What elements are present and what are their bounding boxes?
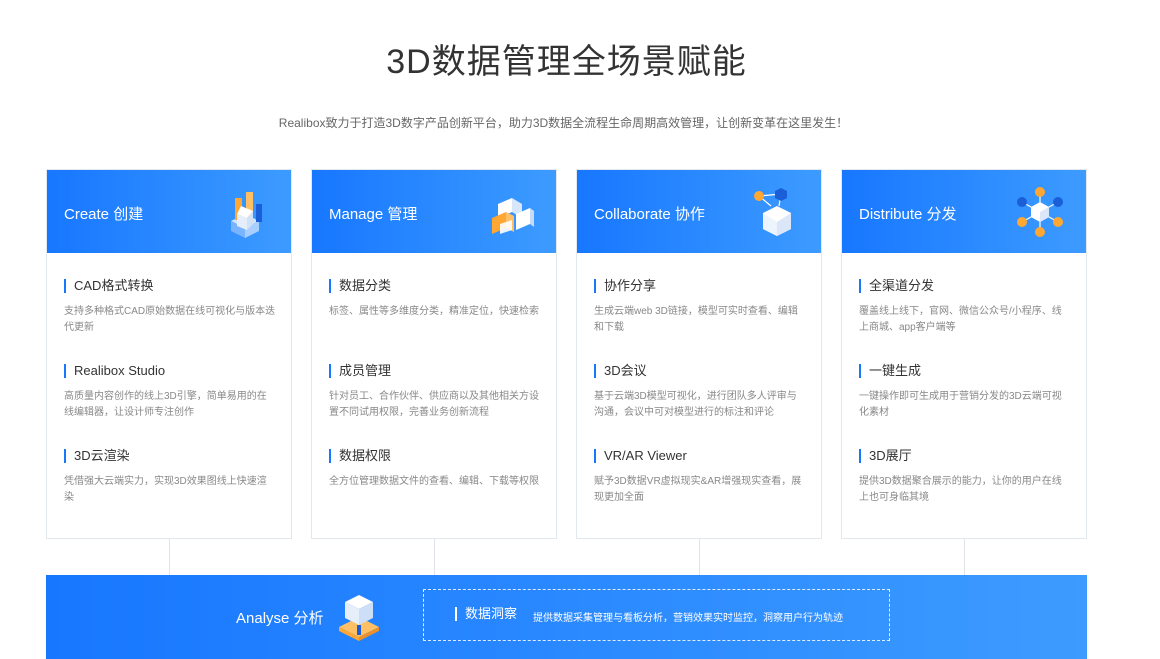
feature-desc: 生成云端web 3D链接，模型可实时查看、编辑和下载 [594,306,798,333]
feature-desc: 基于云端3D模型可视化，进行团队多人评审与沟通，会议中可对模型进行的标注和评论 [594,391,797,418]
feature-title: 3D展厅 [859,449,1069,463]
feature-title: 协作分享 [594,279,804,293]
feature-desc: 高质量内容创作的线上3D引擎，简单易用的在线编辑器，让设计师专注创作 [64,391,267,418]
feature-desc: 全方位管理数据文件的查看、编辑、下载等权限 [329,476,539,487]
connector-line [699,539,700,575]
feature-desc: 覆盖线上线下，官网、微信公众号/小程序、线上商城、app客户端等 [859,306,1062,333]
card-create[interactable]: Create 创建 CAD格式转换 支持多种格式CAD原始数据在线可视化与版本迭… [46,169,292,539]
analyse-box-icon [339,595,379,641]
feature-desc: 针对员工、合作伙伴、供应商以及其他相关方设置不同试用权限，完善业务创新流程 [329,391,539,418]
insight-desc: 提供数据采集管理与看板分析，营销效果实时监控，洞察用户行为轨迹 [533,613,843,624]
feature-desc: 提供3D数据聚合展示的能力，让你的用户在线上也可身临其境 [859,476,1062,503]
feature-item: Realibox Studio 高质量内容创作的线上3D引擎，简单易用的在线编辑… [64,364,274,449]
insight-box: 数据洞察 提供数据采集管理与看板分析，营销效果实时监控，洞察用户行为轨迹 [423,589,890,641]
card-header: Manage 管理 [312,170,556,253]
analyse-title: Analyse 分析 [236,610,324,627]
feature-item: VR/AR Viewer 赋予3D数据VR虚拟现实&AR增强现实查看，展现更加全… [594,449,804,534]
feature-title: 3D云渲染 [64,449,274,463]
feature-desc: 标签、属性等多维度分类，精准定位，快速检索 [329,306,539,317]
card-header: Collaborate 协作 [577,170,821,253]
feature-item: 全渠道分发 覆盖线上线下，官网、微信公众号/小程序、线上商城、app客户端等 [859,279,1069,364]
connector-line [169,539,170,575]
feature-item: 协作分享 生成云端web 3D链接，模型可实时查看、编辑和下载 [594,279,804,364]
distribute-hub-icon [1017,187,1063,237]
feature-desc: 赋予3D数据VR虚拟现实&AR增强现实查看，展现更加全面 [594,476,802,503]
card-distribute[interactable]: Distribute 分发 全渠道分发 覆盖线上线下，官网、微信公众号/小程序、… [841,169,1087,539]
feature-cards: Create 创建 CAD格式转换 支持多种格式CAD原始数据在线可视化与版本迭… [46,169,1087,539]
connector-lines [0,539,1160,575]
feature-title: VR/AR Viewer [594,449,804,463]
feature-desc: 支持多种格式CAD原始数据在线可视化与版本迭代更新 [64,306,276,333]
feature-item: 数据权限 全方位管理数据文件的查看、编辑、下载等权限 [329,449,539,534]
feature-item: 3D云渲染 凭借强大云端实力，实现3D效果图线上快速渲染 [64,449,274,534]
insight-title: 数据洞察 [455,607,517,621]
feature-item: 数据分类 标签、属性等多维度分类，精准定位，快速检索 [329,279,539,364]
card-header: Create 创建 [47,170,291,253]
feature-item: CAD格式转换 支持多种格式CAD原始数据在线可视化与版本迭代更新 [64,279,276,364]
feature-title: Realibox Studio [64,364,274,378]
page-subtitle: Realibox致力于打造3D数字产品创新平台，助力3D数据全流程生命周期高效管… [278,116,849,130]
analyse-bar[interactable]: Analyse 分析 数据洞察 提供数据采集管理与看板分析，营销效果实时监控，洞… [46,575,1087,659]
feature-title: CAD格式转换 [64,279,274,293]
feature-item: 成员管理 针对员工、合作伙伴、供应商以及其他相关方设置不同试用权限，完善业务创新… [329,364,539,449]
collaborate-network-icon [754,188,791,236]
feature-title: 一键生成 [859,364,1069,378]
feature-title: 数据权限 [329,449,539,463]
feature-item: 一键生成 一键操作即可生成用于营销分发的3D云端可视化素材 [859,364,1069,449]
card-title: Distribute 分发 [859,206,957,223]
card-title: Create 创建 [64,206,144,223]
connector-line [964,539,965,575]
manage-blocks-icon [492,198,534,234]
card-title: Collaborate 协作 [594,206,705,223]
feature-item: 3D展厅 提供3D数据聚合展示的能力，让你的用户在线上也可身临其境 [859,449,1069,534]
feature-desc: 凭借强大云端实力，实现3D效果图线上快速渲染 [64,476,267,503]
create-cubes-icon [231,192,262,238]
feature-desc: 一键操作即可生成用于营销分发的3D云端可视化素材 [859,391,1062,418]
feature-title: 成员管理 [329,364,539,378]
feature-title: 全渠道分发 [859,279,1069,293]
feature-item: 3D会议 基于云端3D模型可视化，进行团队多人评审与沟通，会议中可对模型进行的标… [594,364,804,449]
card-title: Manage 管理 [329,206,418,223]
card-manage[interactable]: Manage 管理 数据分类 标签、属性等多维度分类，精准定位，快速检索 成员管… [311,169,557,539]
connector-line [434,539,435,575]
page-title: 3D数据管理全场景赋能 [386,43,747,81]
feature-title: 数据分类 [329,279,539,293]
card-header: Distribute 分发 [842,170,1086,253]
card-collaborate[interactable]: Collaborate 协作 协作分享 生成云端web 3D链接，模型可实时查看… [576,169,822,539]
feature-title: 3D会议 [594,364,804,378]
